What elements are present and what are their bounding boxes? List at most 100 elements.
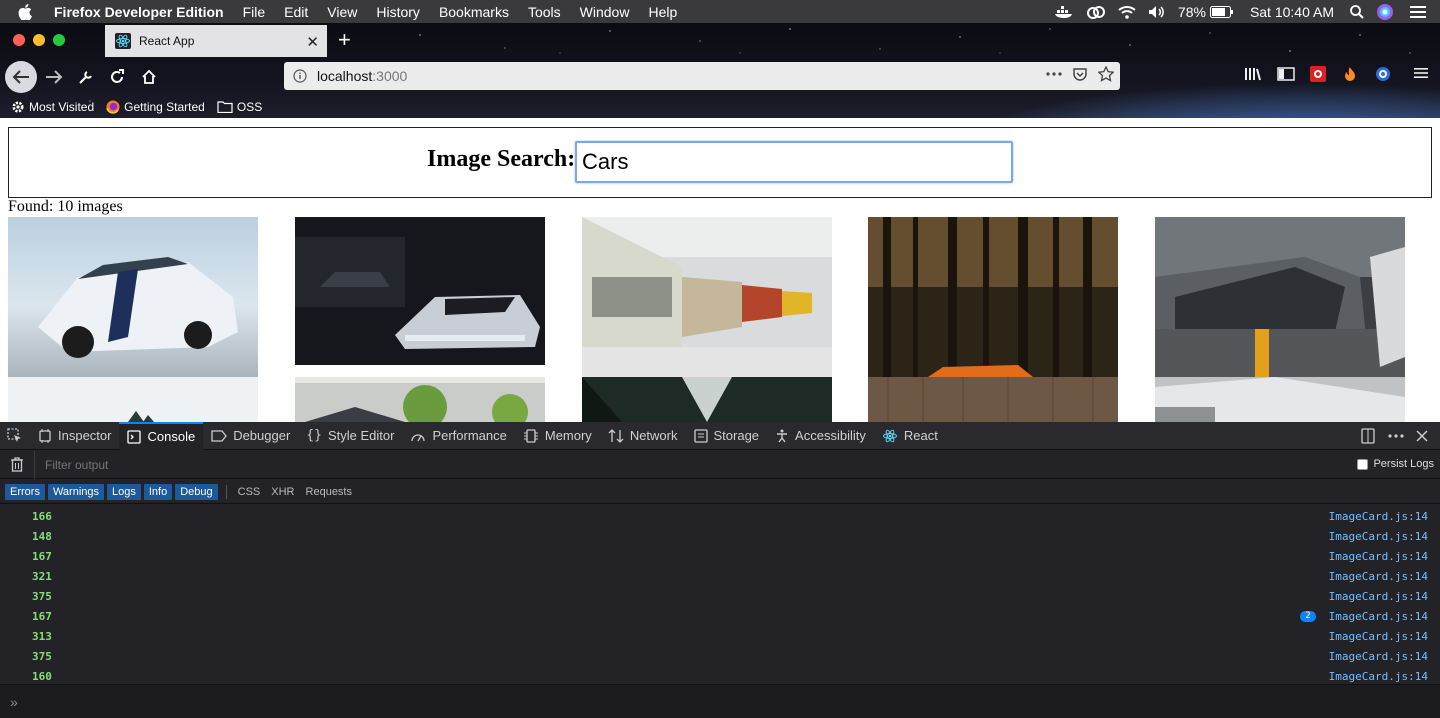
window-close-button[interactable]	[13, 34, 25, 46]
tab-console[interactable]: Console	[119, 421, 204, 450]
menu-app-name[interactable]: Firefox Developer Edition	[54, 4, 224, 20]
notification-center-icon[interactable]	[1410, 5, 1426, 19]
extension-flame-icon[interactable]	[1342, 66, 1358, 82]
home-button[interactable]	[135, 63, 163, 91]
log-value: 375	[32, 649, 52, 663]
tab-react-app[interactable]: React App ✕	[105, 25, 327, 57]
image-card[interactable]	[868, 377, 1118, 422]
tab-debugger[interactable]: Debugger	[203, 422, 298, 450]
docker-icon[interactable]	[1054, 5, 1074, 19]
menu-view[interactable]: View	[327, 4, 357, 20]
image-card[interactable]	[8, 377, 258, 422]
react-favicon-icon	[115, 33, 131, 49]
gear-icon	[11, 100, 25, 114]
menu-tools[interactable]: Tools	[528, 4, 561, 20]
filter-warnings-button[interactable]: Warnings	[47, 483, 105, 500]
console-input-prompt[interactable]: »	[0, 684, 1440, 718]
image-card[interactable]	[868, 217, 1118, 377]
log-source-link[interactable]: ImageCard.js:14	[1329, 610, 1428, 623]
log-source-link[interactable]: ImageCard.js:14	[1329, 510, 1428, 523]
apple-icon[interactable]	[18, 3, 40, 20]
car-photo-image	[868, 217, 1118, 377]
filter-requests-button[interactable]: Requests	[301, 484, 357, 500]
page-actions-icon[interactable]	[1046, 72, 1062, 76]
log-source-link[interactable]: ImageCard.js:14	[1329, 570, 1428, 583]
menu-bookmarks[interactable]: Bookmarks	[439, 4, 509, 20]
bookmark-most-visited[interactable]: Most Visited	[11, 100, 94, 114]
photo-image	[1155, 377, 1405, 422]
tab-network[interactable]: Network	[600, 422, 686, 450]
checkbox[interactable]	[1357, 458, 1369, 470]
hamburger-menu-icon[interactable]	[1414, 66, 1428, 80]
filter-logs-button[interactable]: Logs	[107, 483, 141, 500]
menu-help[interactable]: Help	[648, 4, 677, 20]
wifi-icon[interactable]	[1118, 5, 1136, 19]
tab-storage[interactable]: Storage	[686, 422, 768, 450]
bookmark-getting-started[interactable]: Getting Started	[106, 100, 205, 114]
persist-logs-checkbox[interactable]: Persist Logs	[1357, 458, 1434, 470]
library-icon[interactable]	[1244, 66, 1262, 82]
pocket-icon[interactable]	[1072, 66, 1088, 82]
extension-red-icon[interactable]	[1310, 66, 1326, 82]
tab-inspector[interactable]: Inspector	[30, 422, 119, 450]
filter-errors-button[interactable]: Errors	[5, 483, 45, 500]
bookmark-star-icon[interactable]	[1098, 66, 1114, 82]
tab-close-icon[interactable]: ✕	[306, 33, 319, 51]
tab-performance[interactable]: Performance	[402, 422, 514, 450]
more-options-icon[interactable]	[1388, 434, 1404, 438]
url-bar[interactable]: localhost:3000	[284, 62, 1120, 90]
new-tab-button[interactable]: +	[338, 27, 351, 53]
log-source-link[interactable]: ImageCard.js:14	[1329, 550, 1428, 563]
log-source-link[interactable]: ImageCard.js:14	[1329, 670, 1428, 683]
site-info-icon[interactable]	[293, 69, 307, 83]
image-card[interactable]	[8, 217, 258, 377]
image-card[interactable]	[582, 377, 832, 422]
image-card[interactable]	[295, 217, 545, 365]
volume-icon[interactable]	[1148, 5, 1166, 19]
image-card[interactable]	[1155, 377, 1405, 422]
spotlight-search-icon[interactable]	[1350, 4, 1364, 19]
forward-button[interactable]	[40, 63, 68, 91]
image-card[interactable]	[582, 217, 832, 377]
wrench-icon[interactable]	[72, 63, 100, 91]
filter-debug-button[interactable]: Debug	[175, 483, 218, 500]
menu-window[interactable]: Window	[580, 4, 630, 20]
reload-button[interactable]	[103, 63, 131, 91]
macos-menubar: Firefox Developer Edition File Edit View…	[0, 0, 1440, 23]
image-search-input[interactable]	[575, 141, 1013, 183]
image-card[interactable]	[1155, 217, 1405, 377]
menu-history[interactable]: History	[376, 4, 420, 20]
creative-cloud-icon[interactable]	[1086, 5, 1106, 19]
close-devtools-icon[interactable]	[1416, 430, 1428, 442]
filter-info-button[interactable]: Info	[143, 483, 173, 500]
log-source-link[interactable]: ImageCard.js:14	[1329, 650, 1428, 663]
clear-console-trash-icon[interactable]	[10, 457, 24, 472]
menu-file[interactable]: File	[243, 4, 266, 20]
bookmark-folder-oss[interactable]: OSS	[217, 100, 262, 114]
element-picker-button[interactable]	[0, 422, 30, 450]
console-row: 375 ImageCard.js:14	[0, 646, 1440, 666]
menu-edit[interactable]: Edit	[284, 4, 308, 20]
siri-icon[interactable]	[1376, 3, 1394, 21]
log-source-link[interactable]: ImageCard.js:14	[1329, 590, 1428, 603]
clock[interactable]: Sat 10:40 AM	[1250, 4, 1334, 20]
tab-memory[interactable]: Memory	[515, 422, 600, 450]
sidebar-toggle-icon[interactable]	[1277, 66, 1295, 82]
window-minimize-button[interactable]	[33, 34, 45, 46]
filter-css-button[interactable]: CSS	[233, 484, 266, 500]
tab-accessibility[interactable]: Accessibility	[767, 422, 874, 450]
dock-toggle-icon[interactable]	[1360, 428, 1376, 444]
log-source-link[interactable]: ImageCard.js:14	[1329, 530, 1428, 543]
devtools-toolbar: Inspector Console Debugger {} Style Edit…	[0, 421, 1440, 450]
filter-xhr-button[interactable]: XHR	[266, 484, 299, 500]
extension-react-devtools-icon[interactable]	[1375, 66, 1391, 82]
filter-output-input[interactable]	[34, 450, 1034, 479]
battery-icon[interactable]	[1209, 5, 1234, 18]
log-source-link[interactable]: ImageCard.js:14	[1329, 630, 1428, 643]
back-button[interactable]	[5, 61, 37, 93]
tab-style-editor[interactable]: {} Style Editor	[298, 422, 402, 450]
log-value: 167	[32, 549, 52, 563]
image-card[interactable]	[295, 377, 545, 422]
tab-react[interactable]: React	[874, 422, 946, 450]
window-zoom-button[interactable]	[53, 34, 65, 46]
